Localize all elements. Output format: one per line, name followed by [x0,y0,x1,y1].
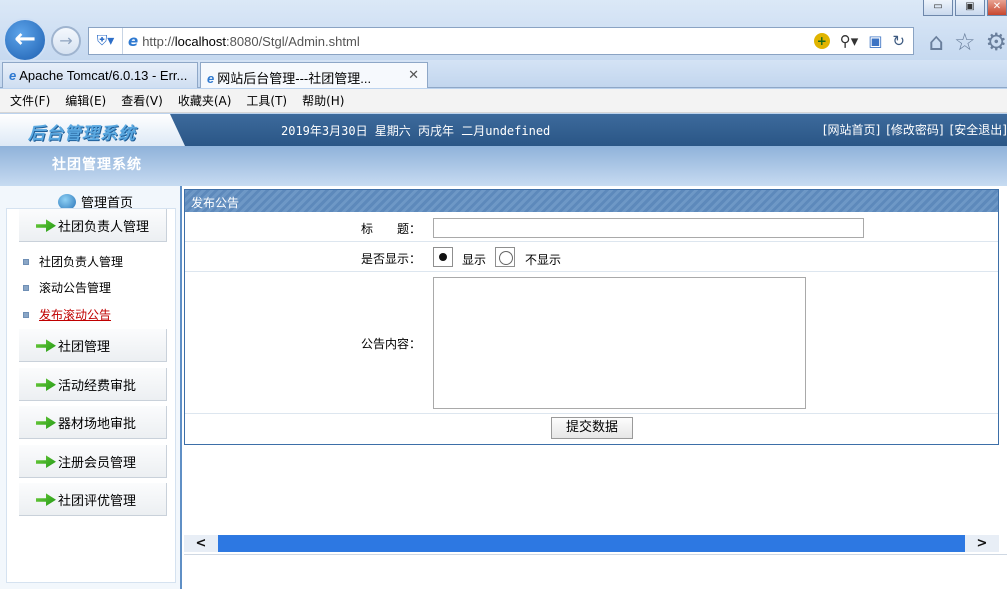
green-arrow-icon [36,455,56,468]
browser-chrome: ▭ ▣ ✕ ← → ⛨▾ e http://localhost:8080/Stg… [0,0,1007,62]
green-arrow-icon [36,416,56,429]
logo: 后台管理系统 [28,124,136,144]
show-yes-radio[interactable] [433,247,453,267]
show-no-label: 不显示 [525,253,562,267]
sidebar-group-club-leaders[interactable]: 社团负责人管理 [19,209,167,242]
green-arrow-icon [36,339,56,352]
panel-title: 发布公告 [185,190,998,212]
bullet-icon [23,258,29,265]
tab-bar: e Apache Tomcat/6.0.13 - Err... e 网站后台管理--… [0,60,1007,88]
show-label: 是否显示： [360,252,421,266]
house-icon[interactable]: ⌂ [929,28,944,56]
menu-help[interactable]: 帮助(H) [302,92,344,109]
content-row: 公告内容： [185,272,998,414]
logo-area: 后台管理系统 [0,114,185,146]
title-label: 标 题： [360,222,421,236]
menu-favorites[interactable]: 收藏夹(A) [178,92,232,109]
publish-notice-form: 发布公告 标 题： 是否显示： 显示 不显示 公告内容： 提交数据 [184,189,999,445]
submit-row: 提交数据 [185,414,998,444]
menu-tools[interactable]: 工具(T) [246,92,287,109]
horizontal-scrollbar[interactable]: < > [184,535,999,552]
bullet-icon [23,311,29,318]
ie-tab-icon: e [207,71,215,86]
green-arrow-icon [36,378,56,391]
compat-view-icon[interactable]: ▣ [868,32,882,50]
date-text: 2019年3月30日 星期六 丙戌年 二月undefined [281,124,551,138]
close-tab-icon[interactable]: ✕ [408,67,419,83]
sidebar: 管理首页 社团负责人管理 社团负责人管理 滚动公告管理 发布滚动公告 社团管理 … [0,186,182,589]
sidebar-menu: 社团负责人管理 社团负责人管理 滚动公告管理 发布滚动公告 社团管理 活动经费审… [6,208,176,583]
green-arrow-icon [36,219,56,232]
green-arrow-icon [36,493,56,506]
sidebar-group-awards[interactable]: 社团评优管理 [19,483,167,516]
divider [184,554,1007,555]
submit-button[interactable]: 提交数据 [551,417,633,439]
gear-icon[interactable]: ⚙ [985,28,1007,56]
window-controls: ▭ ▣ ✕ [923,0,1007,16]
sidebar-item-club-leaders[interactable]: 社团负责人管理 [23,253,123,270]
refresh-icon[interactable]: ↻ [892,32,905,50]
show-row: 是否显示： 显示 不显示 [185,242,998,272]
sidebar-group-funding[interactable]: 活动经费审批 [19,368,167,401]
sidebar-item-publish-notice[interactable]: 发布滚动公告 [23,306,111,323]
change-password-link[interactable]: [修改密码] [886,123,943,137]
content-label: 公告内容： [360,337,421,351]
tab-tomcat[interactable]: e Apache Tomcat/6.0.13 - Err... [2,62,198,88]
sidebar-group-equipment[interactable]: 器材场地审批 [19,406,167,439]
ie-page-icon: e [128,32,139,50]
star-icon[interactable]: ☆ [954,28,976,56]
shield-icon[interactable]: ⛨▾ [89,28,123,54]
logout-link[interactable]: [安全退出] [950,123,1007,137]
scroll-left-icon[interactable]: < [184,535,218,552]
compat-plus-icon[interactable]: + [813,33,830,49]
bullet-icon [23,284,29,291]
top-header: 后台管理系统 2019年3月30日 星期六 丙戌年 二月undefined [网… [0,114,1007,146]
menu-edit[interactable]: 编辑(E) [65,92,106,109]
show-no-radio[interactable] [495,247,515,267]
minimize-button[interactable]: ▭ [923,0,953,16]
menu-bar: 文件(F) 编辑(E) 查看(V) 收藏夹(A) 工具(T) 帮助(H) [0,89,1007,113]
address-bar[interactable]: ⛨▾ e http://localhost:8080/Stgl/Admin.sh… [88,27,914,55]
page: 后台管理系统 2019年3月30日 星期六 丙戌年 二月undefined [网… [0,114,1007,589]
system-banner: 社团管理系统 [0,146,1007,186]
maximize-button[interactable]: ▣ [955,0,985,16]
show-yes-label: 显示 [462,253,487,267]
search-icon[interactable]: ⚲▾ [840,32,859,50]
close-window-button[interactable]: ✕ [987,0,1007,16]
sidebar-group-clubs[interactable]: 社团管理 [19,329,167,362]
site-home-link[interactable]: [网站首页] [823,123,880,137]
ie-tab-icon: e [9,68,17,83]
scrollbar-thumb[interactable] [218,536,965,551]
menu-file[interactable]: 文件(F) [10,92,50,109]
tab-admin[interactable]: e 网站后台管理---社团管理... ✕ [200,62,428,88]
title-input[interactable] [433,218,864,238]
system-title: 社团管理系统 [52,157,142,173]
header-links: [网站首页] [修改密码] [安全退出] [817,121,1007,138]
content-textarea[interactable] [433,277,806,409]
sidebar-group-members[interactable]: 注册会员管理 [19,445,167,478]
back-arrow-icon[interactable]: ← [3,18,47,62]
title-row: 标 题： [185,212,998,242]
scroll-right-icon[interactable]: > [965,535,999,552]
sidebar-item-scroll-notice[interactable]: 滚动公告管理 [23,279,111,296]
forward-arrow-icon[interactable]: → [51,26,81,56]
main-content: 发布公告 标 题： 是否显示： 显示 不显示 公告内容： 提交数据 < > [184,186,1007,589]
address-url[interactable]: http://localhost:8080/Stgl/Admin.shtml [142,34,360,49]
menu-view[interactable]: 查看(V) [121,92,163,109]
